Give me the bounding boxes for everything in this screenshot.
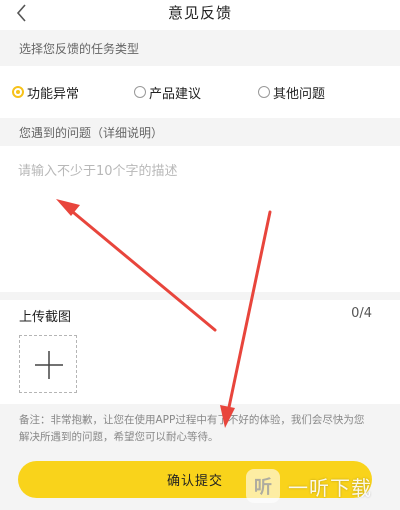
radio-function-abnormal[interactable]: 功能异常 (12, 83, 80, 102)
radio-other-issue[interactable]: 其他问题 (258, 83, 326, 102)
radio-product-suggestion[interactable]: 产品建议 (134, 83, 202, 102)
task-type-label: 选择您反馈的任务类型 (0, 30, 400, 66)
watermark-text: 一听下载 (288, 475, 372, 500)
radio-label: 其他问题 (273, 86, 326, 102)
header-bar: 意见反馈 (0, 0, 400, 30)
radio-label: 产品建议 (149, 86, 202, 102)
radio-unselected-icon (258, 86, 270, 98)
problem-description-input[interactable] (0, 146, 400, 292)
radio-selected-icon (12, 86, 24, 98)
plus-icon (35, 351, 63, 379)
watermark: 听 一听下载 (246, 466, 396, 506)
upload-screenshot-button[interactable] (19, 335, 77, 393)
problem-label: 您遇到的问题（详细说明） (0, 118, 400, 146)
radio-unselected-icon (134, 86, 146, 98)
note-text: 备注：非常抱歉，让您在使用APP过程中有了不好的体验，我们会尽快为您解决所遇到的… (19, 414, 365, 443)
section-divider (0, 292, 400, 300)
watermark-logo: 听 (246, 469, 280, 503)
radio-label: 功能异常 (27, 86, 80, 102)
task-type-radio-group: 功能异常 产品建议 其他问题 (0, 66, 400, 118)
upload-title: 上传截图 (19, 310, 72, 325)
upload-count: 0/4 (351, 306, 372, 321)
page-title: 意见反馈 (167, 4, 232, 22)
